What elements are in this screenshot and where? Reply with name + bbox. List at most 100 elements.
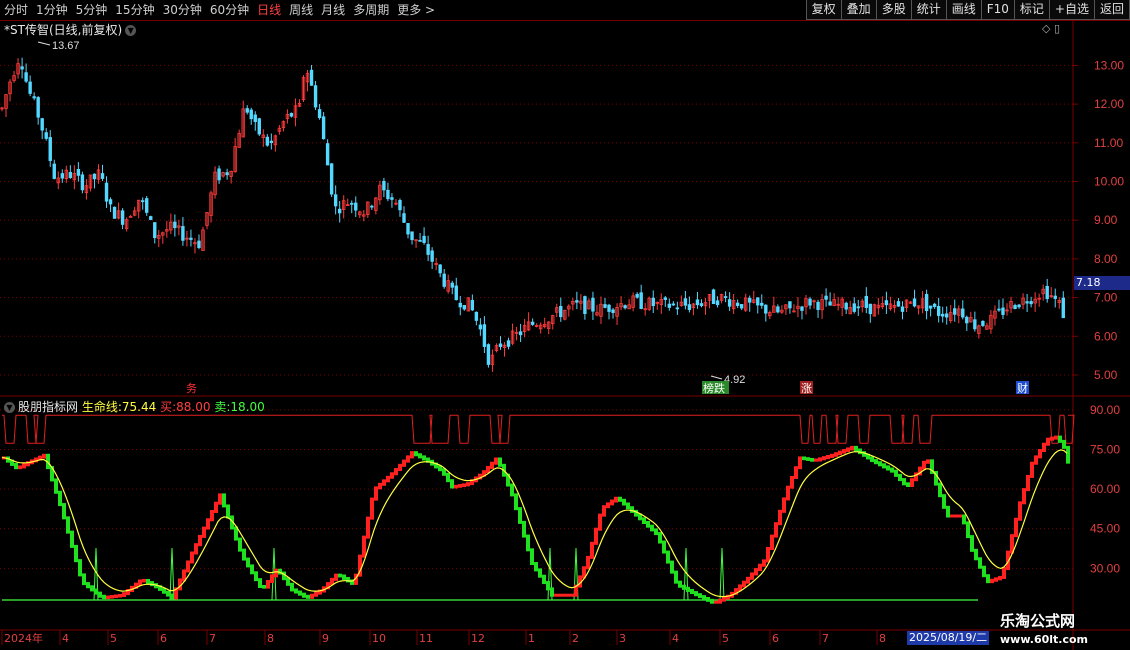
time-axis-label: 3 (619, 632, 626, 645)
current-price-tag: 7.18 (1074, 276, 1130, 290)
watermark-url: www.60lt.com (1000, 633, 1089, 646)
candle-body (583, 296, 587, 314)
candle-body (639, 292, 643, 309)
oscillator-bar (746, 576, 750, 584)
oscillator-bar (250, 564, 254, 575)
oscillator-bar (846, 447, 850, 453)
candle-body (900, 306, 905, 312)
oscillator-bar (62, 503, 66, 520)
oscillator-bar (750, 572, 754, 580)
oscillator-bar (266, 579, 270, 589)
oscillator-bar (874, 459, 878, 465)
oscillator-bar (402, 459, 406, 467)
oscillator-bar (870, 456, 874, 463)
high-price-label: 13.67 (52, 40, 80, 52)
candle-body (289, 112, 294, 117)
candle-body (1061, 297, 1065, 319)
candle-body (1001, 307, 1005, 315)
time-axis-label: 4 (62, 632, 69, 645)
candle-body (24, 72, 28, 82)
oscillator-bar (710, 598, 714, 604)
candle-body (350, 202, 354, 205)
oscillator-bar (530, 548, 534, 566)
candle-body (623, 305, 627, 309)
oscillator-bar (490, 461, 494, 469)
chevron-down-icon[interactable]: ▼ (125, 25, 137, 36)
oscillator-bar (618, 496, 622, 502)
candle-body (32, 96, 36, 99)
price-axis-label: 5.00 (1094, 368, 1118, 382)
stock-name: *ST传智(日线,前复权) (4, 23, 123, 37)
price-axis-label: 7.00 (1094, 291, 1118, 305)
stock-chart-canvas[interactable]: 13.00 12.00 11.00 10.00 9.00 8.00 7.00 6.00 5.00… (0, 0, 1130, 650)
oscillator-bar (966, 521, 970, 539)
oscillator-bar (1038, 449, 1042, 459)
candle-body (591, 297, 595, 312)
candle-body (245, 108, 249, 113)
event-marker: 务 (186, 382, 197, 395)
diamond-icon[interactable]: ◇ (1042, 22, 1050, 35)
oscillator-bar (514, 493, 518, 511)
candle-body (104, 182, 109, 202)
candle-body (961, 308, 965, 318)
oscillator-bar (378, 482, 382, 490)
oscillator-bar (94, 588, 98, 595)
time-axis-label: 8 (267, 632, 274, 645)
candle-body (498, 343, 503, 347)
oscillator-bar (654, 528, 658, 536)
candle-body (329, 163, 334, 195)
candle-body (1025, 301, 1029, 304)
candle-body (828, 301, 832, 306)
candle-body (321, 116, 326, 140)
candle-body (756, 297, 760, 306)
oscillator-bar (54, 478, 58, 494)
oscillator-bar (206, 518, 210, 530)
oscillator-bar (610, 499, 614, 506)
oscillator-bar (822, 456, 826, 461)
oscillator-bar (398, 463, 402, 472)
candle-body (607, 304, 611, 312)
panel-toggle-icon[interactable]: ▯ (1054, 22, 1060, 35)
candle-body (390, 197, 394, 200)
candle-body (402, 213, 406, 223)
chevron-down-icon[interactable]: ▼ (4, 402, 15, 413)
oscillator-bar (990, 578, 994, 584)
oscillator-bar (702, 595, 706, 600)
candle-body (149, 216, 153, 220)
candle-body (145, 198, 149, 213)
oscillator-bar (830, 453, 834, 458)
candle-body (884, 300, 889, 306)
oscillator-bar (466, 482, 470, 487)
oscillator-bar (74, 544, 78, 563)
oscillator-bar (774, 522, 778, 538)
candle-body (426, 244, 430, 255)
candle-body (108, 199, 113, 205)
oscillator-bar (418, 453, 422, 459)
time-axis-label: 1 (528, 632, 535, 645)
oscillator-bar (882, 463, 886, 469)
candle-body (575, 300, 579, 303)
candle-body (197, 240, 201, 248)
candle-body (438, 264, 442, 274)
buy-signal-line (2, 414, 1075, 444)
oscillator-bar (386, 475, 390, 483)
oscillator-bar (306, 594, 310, 599)
candle-body (953, 308, 957, 315)
candle-body (68, 172, 73, 178)
oscillator-bar (170, 593, 174, 600)
oscillator-bar (334, 573, 338, 581)
oscillator-bar (850, 445, 854, 451)
oscillator-bar (762, 559, 766, 567)
candle-body (932, 303, 937, 307)
oscillator-bar (210, 509, 214, 522)
event-marker: 财 (1017, 381, 1028, 395)
candle-body (940, 313, 945, 317)
candle-body (727, 299, 732, 307)
candle-body (1053, 295, 1057, 299)
candle-body (760, 302, 764, 306)
candle-body (269, 140, 274, 144)
oscillator-bar (814, 458, 818, 462)
candle-body (333, 194, 338, 207)
oscillator-bar (450, 479, 454, 489)
candle-body (824, 295, 828, 300)
